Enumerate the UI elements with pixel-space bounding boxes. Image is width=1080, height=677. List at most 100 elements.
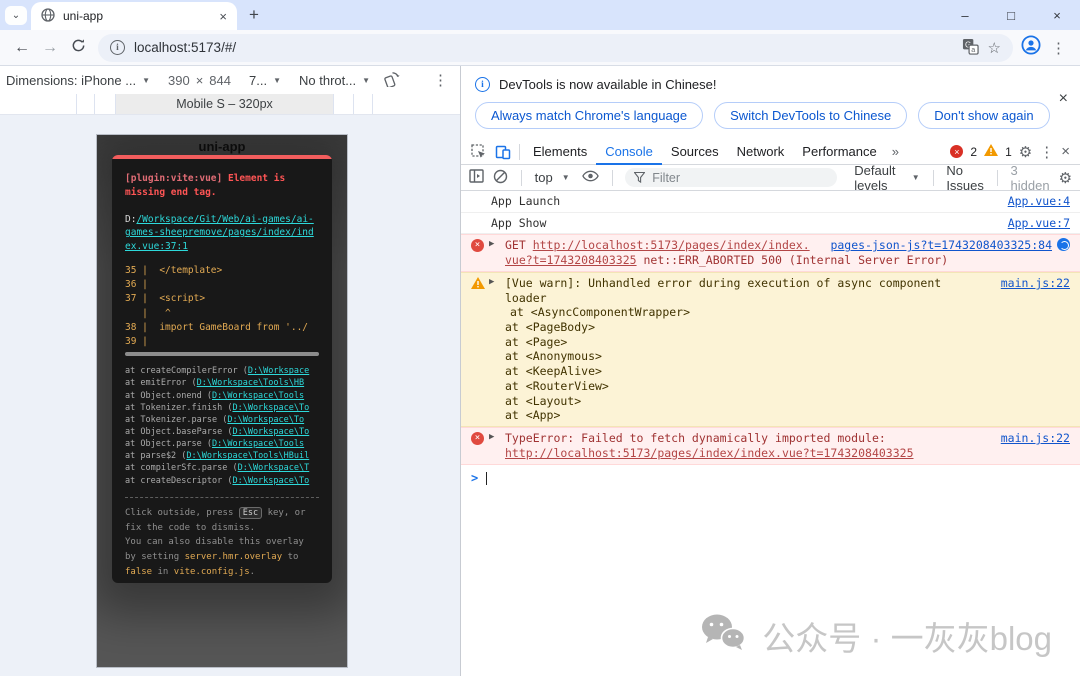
tab-sources[interactable]: Sources: [662, 139, 728, 165]
request-initiator-icon[interactable]: [1057, 238, 1070, 251]
stack-link[interactable]: D:\Workspace\To: [232, 403, 309, 413]
console-warning-row[interactable]: ▶ main.js:22 [Vue warn]: Unhandled error…: [461, 272, 1080, 427]
window-maximize-button[interactable]: □: [988, 8, 1034, 23]
zoom-select[interactable]: 7...: [249, 73, 267, 88]
stack-link[interactable]: D:\Workspace: [248, 366, 309, 376]
devtools-tab-bar: Elements Console Sources Network Perform…: [461, 139, 1080, 165]
code-frame-scrollbar[interactable]: [125, 352, 319, 356]
bookmark-star-icon[interactable]: ☆: [988, 39, 1001, 57]
url-text[interactable]: localhost:5173/#/: [134, 40, 236, 55]
infobar-close-icon[interactable]: ×: [1059, 90, 1068, 108]
tab-console[interactable]: Console: [596, 139, 662, 165]
issues-link[interactable]: No Issues: [946, 163, 984, 193]
tab-network[interactable]: Network: [728, 139, 794, 165]
dimensions-select[interactable]: Dimensions: iPhone ...: [6, 73, 136, 88]
error-count-icon[interactable]: ×: [950, 145, 963, 158]
devtools-infobar: i DevTools is now available in Chinese! …: [461, 66, 1080, 139]
live-expression-eye-icon[interactable]: [582, 170, 599, 185]
inspect-element-icon[interactable]: [467, 144, 491, 160]
hidden-messages-count[interactable]: 3 hidden: [1011, 163, 1050, 193]
overlay-code-frame: 35 | </template> 36 | 37 | <script> | ^ …: [125, 264, 319, 350]
globe-favicon-icon: [41, 8, 55, 25]
stack-link[interactable]: D:\Workspace\To: [227, 415, 304, 425]
profile-avatar[interactable]: [1021, 35, 1041, 60]
switch-chinese-button[interactable]: Switch DevTools to Chinese: [714, 102, 907, 129]
console-prompt[interactable]: >: [461, 465, 1080, 492]
console-log-row[interactable]: App.vue:7 App Show: [461, 213, 1080, 235]
console-error-row[interactable]: × ▶ pages-json-js?t=1743208403325:84 GET…: [461, 234, 1080, 271]
tab-performance[interactable]: Performance: [793, 139, 885, 165]
browser-tab[interactable]: uni-app ×: [31, 2, 237, 30]
match-language-button[interactable]: Always match Chrome's language: [475, 102, 703, 129]
devtools-close-icon[interactable]: ×: [1061, 143, 1070, 160]
stack-link[interactable]: D:\Workspace\To: [232, 476, 309, 486]
console-settings-icon[interactable]: ⚙: [1059, 169, 1072, 187]
context-selector[interactable]: top: [535, 170, 553, 185]
browser-menu-icon[interactable]: ⋮: [1045, 39, 1072, 57]
stack-link[interactable]: D:\Workspace\Tools: [212, 391, 304, 401]
app-nav-title: uni-app: [97, 139, 347, 154]
expand-caret-icon[interactable]: ▶: [489, 277, 494, 289]
error-url-link[interactable]: http://localhost:5173/pages/index/index.…: [505, 446, 914, 460]
source-link[interactable]: main.js:22: [1001, 431, 1070, 446]
stack-link[interactable]: D:\Workspace\To: [232, 427, 309, 437]
context-caret-icon: ▼: [562, 173, 570, 182]
tab-close-icon[interactable]: ×: [219, 9, 227, 24]
site-info-icon[interactable]: i: [110, 40, 125, 55]
source-link[interactable]: main.js:22: [1001, 276, 1070, 291]
stack-link[interactable]: D:\Workspace\Tools\HBuil: [186, 451, 309, 461]
infobar-info-icon: i: [475, 77, 490, 92]
console-filter-input[interactable]: Filter: [625, 168, 837, 187]
console-sidebar-icon[interactable]: [469, 169, 484, 186]
log-levels-select[interactable]: Default levels: [854, 163, 903, 193]
expand-caret-icon[interactable]: ▶: [489, 239, 494, 251]
throttle-select[interactable]: No throt...: [299, 73, 356, 88]
devtools-menu-icon[interactable]: ⋮: [1039, 143, 1054, 161]
device-toolbar-menu-icon[interactable]: ⋮: [433, 71, 454, 89]
new-tab-button[interactable]: +: [249, 5, 259, 25]
warning-count[interactable]: 1: [1005, 145, 1012, 159]
toggle-device-toolbar-icon[interactable]: [491, 144, 515, 160]
stack-link[interactable]: D:\Workspace\T: [238, 463, 310, 473]
vite-error-overlay[interactable]: [plugin:vite:vue] Element is missing end…: [112, 155, 332, 583]
esc-key-label: Esc: [239, 507, 262, 519]
source-link[interactable]: App.vue:7: [1008, 216, 1070, 231]
forward-button[interactable]: →: [36, 39, 64, 57]
warning-count-icon[interactable]: [984, 144, 998, 159]
levels-caret-icon: ▼: [912, 173, 920, 182]
window-close-button[interactable]: ×: [1034, 8, 1080, 23]
back-button[interactable]: ←: [8, 39, 36, 57]
media-query-segment-mobile-s[interactable]: Mobile S – 320px: [115, 94, 333, 114]
dont-show-again-button[interactable]: Don't show again: [918, 102, 1049, 129]
console-log-row[interactable]: App.vue:4 App Launch: [461, 191, 1080, 213]
reload-button[interactable]: [64, 38, 92, 58]
overlay-file: D:/Workspace/Git/Web/ai-games/ai-games-s…: [125, 213, 319, 254]
browser-toolbar: ← → i localhost:5173/#/ Ga ☆ ⋮: [0, 30, 1080, 66]
clear-console-icon[interactable]: [493, 169, 508, 187]
tab-elements[interactable]: Elements: [524, 139, 596, 165]
viewport-height-input[interactable]: 844: [209, 73, 231, 88]
window-minimize-button[interactable]: –: [942, 8, 988, 23]
devtools-settings-icon[interactable]: ⚙: [1019, 143, 1032, 161]
stack-link[interactable]: D:\Workspace\Tools: [212, 439, 304, 449]
address-bar[interactable]: i localhost:5173/#/ Ga ☆: [98, 34, 1013, 62]
stack-link[interactable]: D:\Workspace\Tools\HB: [197, 378, 304, 388]
viewport-width-input[interactable]: 390: [168, 73, 190, 88]
overlay-divider: [125, 497, 319, 498]
svg-text:a: a: [971, 46, 975, 54]
more-tabs-icon[interactable]: »: [886, 144, 905, 159]
source-link[interactable]: pages-json-js?t=1743208403325:84: [830, 238, 1052, 252]
dimensions-caret-icon: ▼: [142, 76, 150, 85]
expand-caret-icon[interactable]: ▶: [489, 432, 494, 444]
error-count[interactable]: 2: [970, 145, 977, 159]
rotate-device-icon[interactable]: [384, 70, 401, 90]
emulated-device-screen[interactable]: uni-app [plugin:vite:vue] Element is mis…: [97, 135, 347, 667]
prompt-chevron-icon: >: [471, 471, 478, 486]
console-toolbar: top ▼ Filter Default levels ▼ No Issues …: [461, 165, 1080, 191]
zoom-caret-icon: ▼: [273, 76, 281, 85]
source-link[interactable]: App.vue:4: [1008, 194, 1070, 209]
console-error-row[interactable]: × ▶ main.js:22 TypeError: Failed to fetc…: [461, 427, 1080, 464]
tab-search-button[interactable]: ⌄: [5, 6, 27, 25]
overlay-file-link[interactable]: /Workspace/Git/Web/ai-games/ai-games-she…: [125, 214, 314, 253]
translate-icon[interactable]: Ga: [962, 38, 979, 58]
